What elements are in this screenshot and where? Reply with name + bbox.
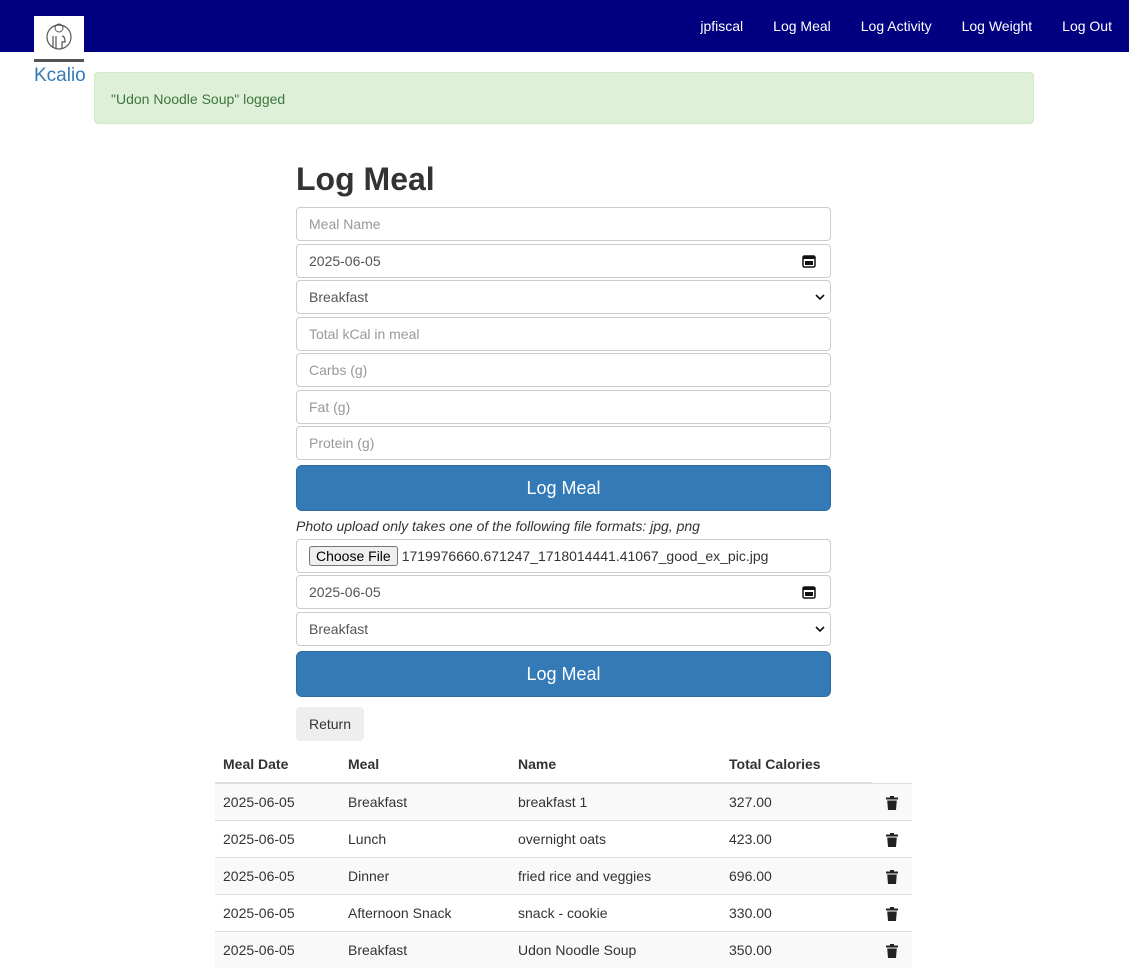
fat-placeholder: Fat (g) [309,399,351,415]
trash-icon[interactable] [886,795,898,810]
cell-delete [872,893,912,931]
choose-file-button[interactable]: Choose File [309,546,398,566]
table-row: 2025-06-05 Dinner fried rice and veggies… [215,856,912,894]
header-meal-date: Meal Date [215,746,340,784]
brand-name-link[interactable]: Kcalio [34,65,86,87]
chevron-down-icon [815,626,825,633]
trash-icon[interactable] [886,906,898,921]
log-meal-button[interactable]: Log Meal [296,465,831,511]
trash-icon[interactable] [886,832,898,847]
cell-delete [872,819,912,857]
nav-log-activity-link[interactable]: Log Activity [861,18,932,34]
chevron-down-icon [815,294,825,301]
table-row: 2025-06-05 Lunch overnight oats 423.00 [215,819,912,857]
trash-icon[interactable] [886,869,898,884]
header-name: Name [510,746,721,784]
photo-meal-type-value: Breakfast [309,621,369,637]
cell-name: overnight oats [510,819,721,857]
protein-placeholder: Protein (g) [309,435,375,451]
success-alert: "Udon Noodle Soup" logged [94,72,1034,124]
top-navbar: jpfiscal Log Meal Log Activity Log Weigh… [0,0,1129,52]
header-actions [872,746,912,783]
cell-meal: Breakfast [340,782,510,820]
nav-links: jpfiscal Log Meal Log Activity Log Weigh… [670,0,1112,52]
photo-log-meal-button[interactable]: Log Meal [296,651,831,697]
photo-file-input[interactable]: Choose File 1719976660.671247_1718014441… [296,539,831,573]
protein-input[interactable]: Protein (g) [296,426,831,460]
cell-meal: Afternoon Snack [340,893,510,931]
header-meal: Meal [340,746,510,784]
cell-name: Udon Noodle Soup [510,930,721,968]
table-header-row: Meal Date Meal Name Total Calories [215,746,912,784]
table-row: 2025-06-05 Afternoon Snack snack - cooki… [215,893,912,931]
meal-name-placeholder: Meal Name [309,216,381,232]
meal-date-value: 2025-06-05 [309,253,381,269]
cell-meal: Breakfast [340,930,510,968]
nav-log-weight-link[interactable]: Log Weight [962,18,1033,34]
meals-table: Meal Date Meal Name Total Calories 2025-… [215,746,912,968]
cell-date: 2025-06-05 [215,893,340,931]
cell-calories: 350.00 [721,930,872,968]
cell-date: 2025-06-05 [215,930,340,968]
kcal-input[interactable]: Total kCal in meal [296,317,831,351]
cell-calories: 327.00 [721,782,872,820]
photo-meal-type-select[interactable]: Breakfast [296,612,831,646]
page-title: Log Meal [296,161,435,197]
cell-date: 2025-06-05 [215,856,340,894]
cell-name: breakfast 1 [510,782,721,820]
brand-logo[interactable] [34,16,84,62]
return-button[interactable]: Return [296,707,364,741]
logo-icon [46,23,72,50]
carbs-placeholder: Carbs (g) [309,362,368,378]
nav-log-meal-link[interactable]: Log Meal [773,18,831,34]
cell-meal: Dinner [340,856,510,894]
nav-user-link[interactable]: jpfiscal [700,18,743,34]
cell-delete [872,856,912,894]
cell-calories: 423.00 [721,819,872,857]
calendar-icon[interactable] [802,585,816,599]
cell-date: 2025-06-05 [215,782,340,820]
meal-type-value: Breakfast [309,289,369,305]
photo-format-note: Photo upload only takes one of the follo… [296,518,700,534]
header-total-calories: Total Calories [721,746,872,784]
cell-date: 2025-06-05 [215,819,340,857]
selected-file-name: 1719976660.671247_1718014441.41067_good_… [401,548,769,564]
table-row: 2025-06-05 Breakfast breakfast 1 327.00 [215,782,912,820]
photo-date-value: 2025-06-05 [309,584,381,600]
photo-date-input[interactable]: 2025-06-05 [296,575,831,609]
fat-input[interactable]: Fat (g) [296,390,831,424]
calendar-icon[interactable] [802,254,816,268]
cell-meal: Lunch [340,819,510,857]
cell-name: snack - cookie [510,893,721,931]
meal-name-input[interactable]: Meal Name [296,207,831,241]
cell-calories: 696.00 [721,856,872,894]
table-row: 2025-06-05 Breakfast Udon Noodle Soup 35… [215,930,912,968]
trash-icon[interactable] [886,943,898,958]
kcal-placeholder: Total kCal in meal [309,326,420,342]
cell-delete [872,782,912,820]
nav-log-out-link[interactable]: Log Out [1062,18,1112,34]
carbs-input[interactable]: Carbs (g) [296,353,831,387]
cell-calories: 330.00 [721,893,872,931]
cell-delete [872,930,912,968]
meal-type-select[interactable]: Breakfast [296,280,831,314]
cell-name: fried rice and veggies [510,856,721,894]
meal-date-input[interactable]: 2025-06-05 [296,244,831,278]
